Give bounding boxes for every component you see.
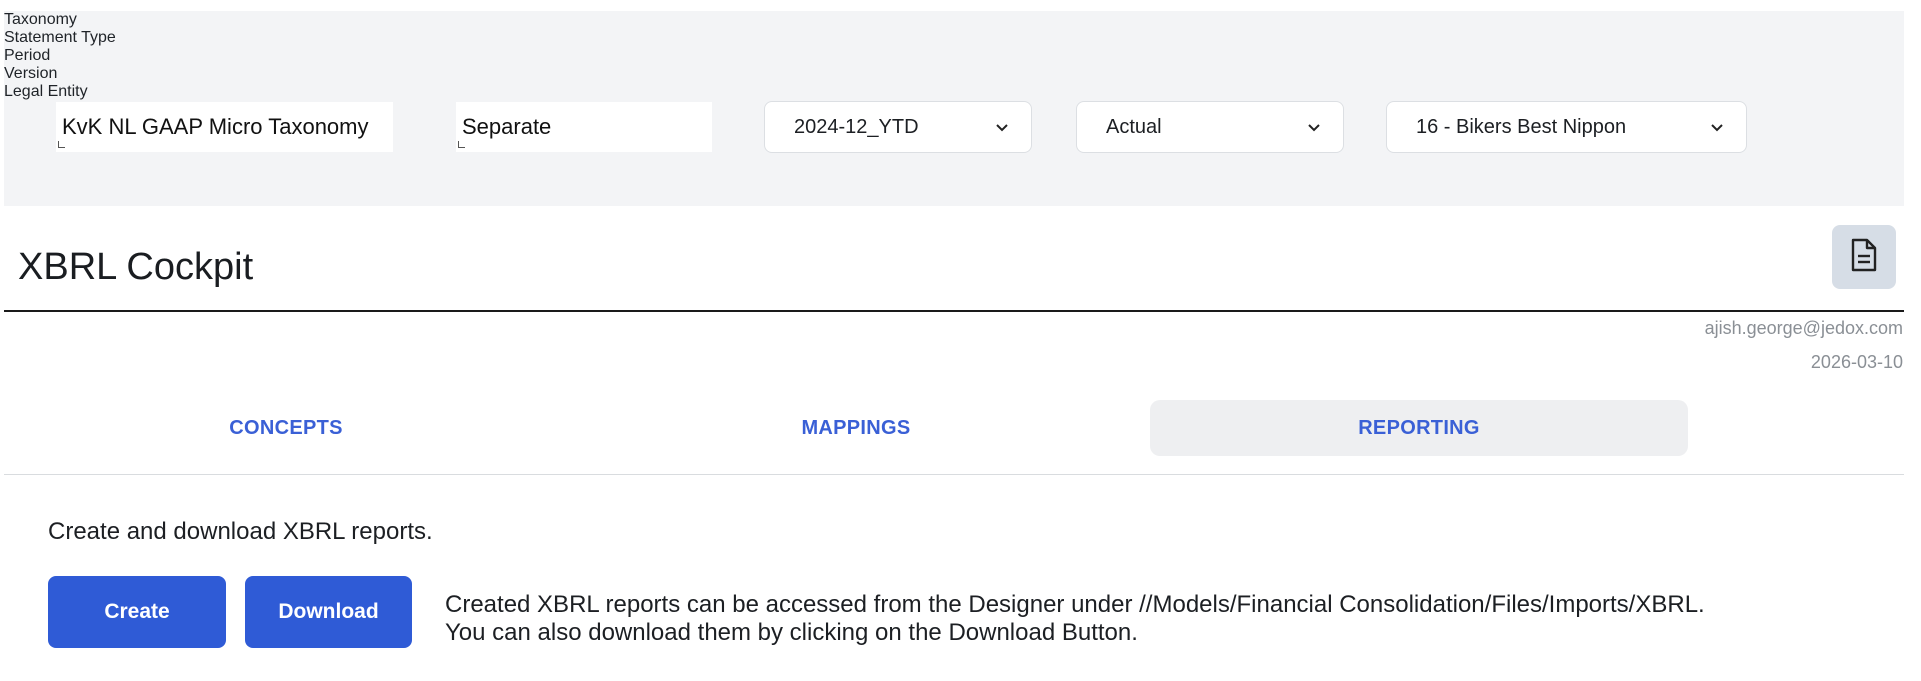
chevron-down-icon (1710, 123, 1724, 132)
download-button[interactable]: Download (245, 576, 412, 648)
help-line-1: Created XBRL reports can be accessed fro… (445, 591, 1705, 618)
resize-corner-icon (458, 141, 465, 148)
document-button[interactable] (1832, 225, 1896, 289)
period-label: Period (4, 47, 51, 64)
tab-concepts[interactable]: CONCEPTS (4, 400, 568, 456)
taxonomy-field[interactable]: KvK NL GAAP Micro Taxonomy (56, 102, 393, 152)
version-select[interactable]: Actual (1076, 101, 1344, 153)
page-title: XBRL Cockpit (18, 246, 254, 288)
statement-type-label: Statement Type (4, 29, 116, 46)
legal-entity-filter: Legal Entity 16 - Bikers Best Nippon (4, 83, 1904, 153)
statement-type-filter: Statement Type Separate (4, 29, 1904, 152)
version-value: Actual (1106, 115, 1162, 138)
chevron-down-icon (995, 123, 1009, 132)
create-button[interactable]: Create (48, 576, 226, 648)
statement-type-field[interactable]: Separate (456, 102, 712, 152)
legal-entity-value: 16 - Bikers Best Nippon (1416, 115, 1627, 138)
taxonomy-filter: Taxonomy KvK NL GAAP Micro Taxonomy (4, 11, 1904, 152)
statement-type-value: Separate (462, 114, 552, 139)
legal-entity-select[interactable]: 16 - Bikers Best Nippon (1386, 101, 1747, 153)
title-divider (4, 310, 1904, 312)
reporting-intro: Create and download XBRL reports. (48, 518, 433, 545)
document-icon (1850, 238, 1878, 277)
help-line-2: You can also download them by clicking o… (445, 619, 1138, 646)
filter-bar: Taxonomy KvK NL GAAP Micro Taxonomy Stat… (4, 11, 1904, 206)
taxonomy-value: KvK NL GAAP Micro Taxonomy (62, 114, 369, 139)
period-filter: Period 2024-12_YTD (4, 47, 1904, 153)
chevron-down-icon (1307, 123, 1321, 132)
report-date: 2026-03-10 (1810, 352, 1903, 372)
user-email: ajish.george@jedox.com (1704, 318, 1903, 338)
version-filter: Version Actual (4, 65, 1904, 153)
resize-corner-icon (58, 141, 65, 148)
legal-entity-label: Legal Entity (4, 83, 88, 100)
version-label: Version (4, 65, 58, 82)
tab-bar: CONCEPTS MAPPINGS REPORTING (4, 400, 1904, 475)
tab-reporting[interactable]: REPORTING (1150, 400, 1688, 456)
help-text: Created XBRL reports can be accessed fro… (445, 591, 1705, 647)
taxonomy-label: Taxonomy (4, 11, 77, 28)
period-value: 2024-12_YTD (794, 115, 919, 138)
tab-mappings[interactable]: MAPPINGS (574, 400, 1138, 456)
period-select[interactable]: 2024-12_YTD (764, 101, 1032, 153)
